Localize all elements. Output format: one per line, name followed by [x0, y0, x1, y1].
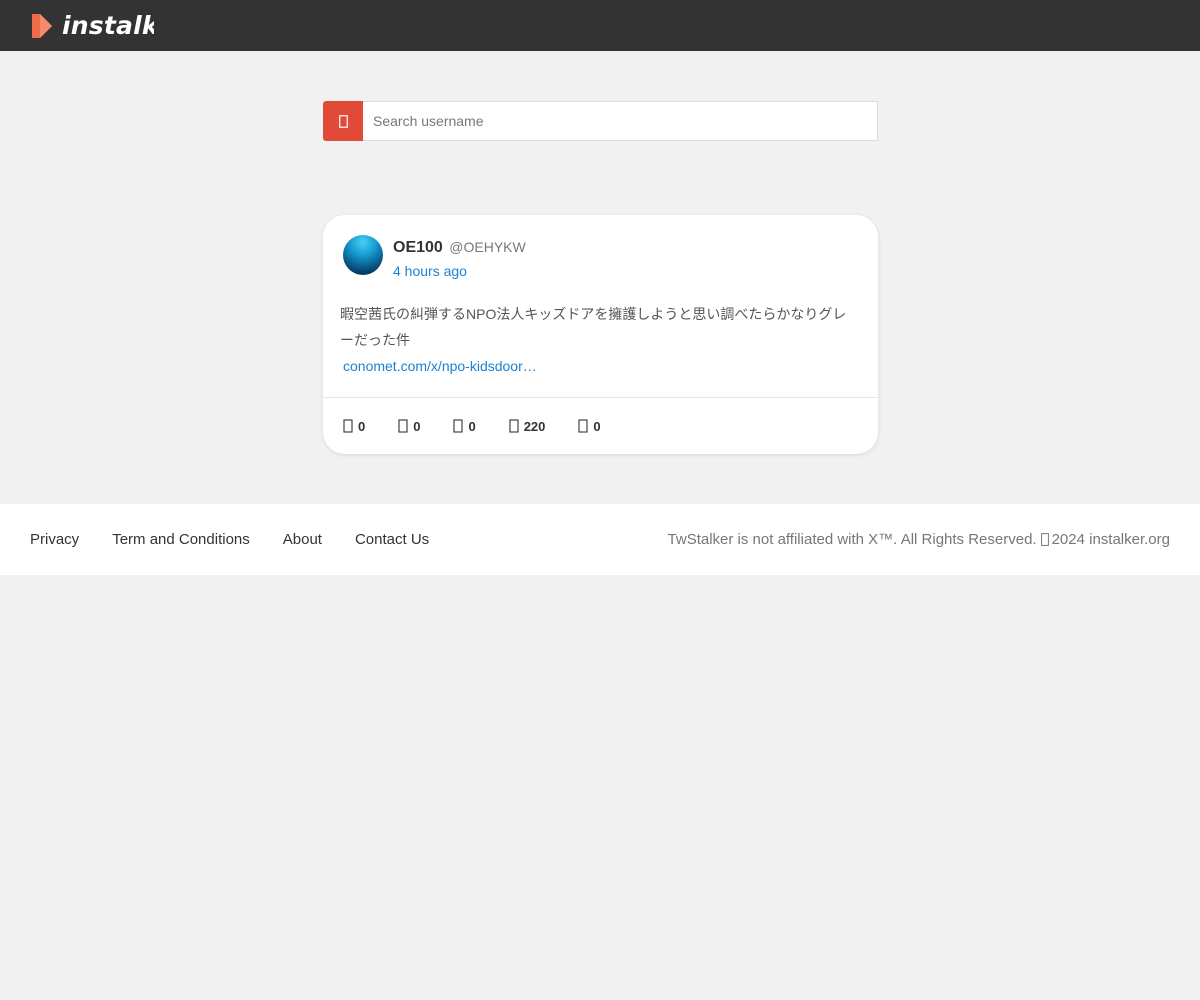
- avatar[interactable]: [343, 235, 383, 275]
- reply-stat[interactable]: 0: [343, 419, 365, 434]
- bookmark-icon: [578, 419, 588, 433]
- search-input[interactable]: [363, 101, 878, 141]
- search-bar: [323, 101, 878, 141]
- reply-count: 0: [358, 418, 366, 434]
- footer-links: Privacy Term and Conditions About Contac…: [30, 531, 462, 548]
- retweet-icon: [398, 419, 408, 433]
- search-button[interactable]: [323, 101, 363, 141]
- views-count: 220: [523, 418, 546, 434]
- author-display-name[interactable]: OE100: [393, 239, 443, 256]
- like-icon: [453, 419, 464, 433]
- copyright-icon: [1040, 533, 1049, 546]
- tweet-timestamp[interactable]: 4 hours ago: [393, 263, 467, 279]
- retweet-count: 0: [413, 418, 421, 434]
- tweet-header: OE100 @OEHYKW 4 hours ago: [323, 215, 878, 293]
- bookmark-count: 0: [593, 418, 601, 434]
- copyright-notice: TwStalker is not affiliated with X™. All…: [668, 531, 1170, 548]
- search-icon: [338, 114, 348, 128]
- tweet-author: OE100 @OEHYKW 4 hours ago: [393, 235, 526, 293]
- reply-icon: [343, 419, 353, 433]
- logo-text: instalker: [62, 11, 154, 40]
- footer-link-about[interactable]: About: [283, 531, 322, 548]
- tweet-text: 暇空茜氏の糾弾するNPO法人キッズドアを擁護しようと思い調べたらかなりグレーだっ…: [340, 306, 847, 348]
- retweet-stat[interactable]: 0: [398, 419, 420, 434]
- tweet-link[interactable]: conomet.com/x/npo-kidsdoor…: [343, 353, 537, 379]
- tweet-card: OE100 @OEHYKW 4 hours ago 暇空茜氏の糾弾するNPO法人…: [323, 215, 878, 454]
- top-navbar: instalker: [0, 0, 1200, 51]
- copyright-year-site: 2024 instalker.org: [1051, 531, 1170, 548]
- tweet-body: 暇空茜氏の糾弾するNPO法人キッズドアを擁護しようと思い調べたらかなりグレーだっ…: [323, 293, 878, 397]
- footer: Privacy Term and Conditions About Contac…: [0, 504, 1200, 575]
- footer-link-terms[interactable]: Term and Conditions: [112, 531, 250, 548]
- tweet-stats: 0 0 0 220 0: [323, 397, 878, 454]
- like-stat[interactable]: 0: [453, 418, 476, 434]
- footer-link-contact[interactable]: Contact Us: [355, 531, 429, 548]
- views-icon: [509, 419, 519, 433]
- author-handle: @OEHYKW: [449, 239, 526, 255]
- copyright-text: TwStalker is not affiliated with X™. All…: [667, 531, 1037, 548]
- logo-link[interactable]: instalker: [30, 0, 154, 51]
- views-stat[interactable]: 220: [509, 418, 546, 434]
- like-count: 0: [468, 418, 476, 434]
- bookmark-stat[interactable]: 0: [578, 418, 601, 434]
- play-bookmark-icon: [32, 13, 52, 38]
- footer-link-privacy[interactable]: Privacy: [30, 531, 79, 548]
